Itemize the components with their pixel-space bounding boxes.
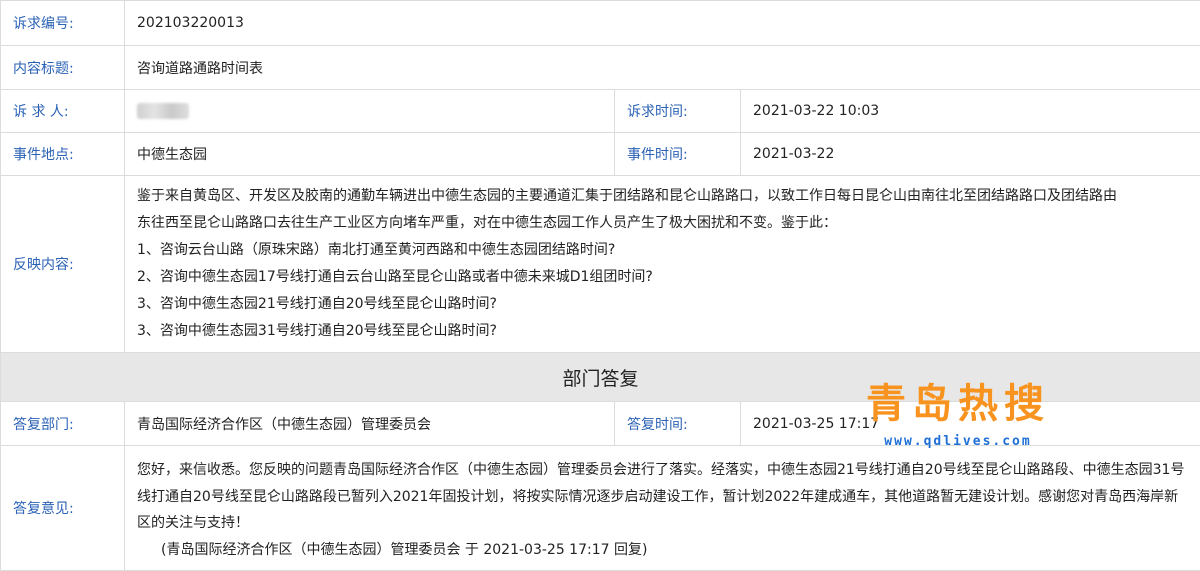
petition-table: 诉求编号: 202103220013 内容标题: 咨询道路通路时间表 诉 求 人… xyxy=(0,0,1200,571)
petitioner-value xyxy=(125,90,615,133)
reply-dept-value: 青岛国际经济合作区（中德生态园）管理委员会 xyxy=(125,402,615,446)
petition-time-label: 诉求时间: xyxy=(615,90,741,133)
petitioner-label: 诉 求 人: xyxy=(1,90,125,133)
content-line: 东往西至昆仑山路路口去往生产工业区方向堵车严重，对在中德生态园工作人员产生了极大… xyxy=(137,210,1188,237)
reply-dept-label: 答复部门: xyxy=(1,402,125,446)
id-value: 202103220013 xyxy=(125,1,1200,46)
reply-opinion-body: 您好，来信收悉。您反映的问题青岛国际经济合作区（中德生态园）管理委员会进行了落实… xyxy=(125,446,1200,571)
title-value: 咨询道路通路时间表 xyxy=(125,46,1200,90)
content-body: 鉴于来自黄岛区、开发区及胶南的通勤车辆进出中德生态园的主要通道汇集于团结路和昆仑… xyxy=(125,176,1200,353)
event-time-label: 事件时间: xyxy=(615,133,741,176)
content-label: 反映内容: xyxy=(1,176,125,353)
location-label: 事件地点: xyxy=(1,133,125,176)
row-reply-dept: 答复部门: 青岛国际经济合作区（中德生态园）管理委员会 答复时间: 2021-0… xyxy=(1,402,1200,446)
content-line: 1、咨询云台山路（原珠宋路）南北打通至黄河西路和中德生态园团结路时间? xyxy=(137,237,1188,264)
reply-opinion-label: 答复意见: xyxy=(1,446,125,571)
content-line: 2、咨询中德生态园17号线打通自云台山路至昆仑山路或者中德未来城D1组团时间? xyxy=(137,264,1188,291)
petition-time-value: 2021-03-22 10:03 xyxy=(741,90,1200,133)
event-time-value: 2021-03-22 xyxy=(741,133,1200,176)
reply-time-label: 答复时间: xyxy=(615,402,741,446)
row-title: 内容标题: 咨询道路通路时间表 xyxy=(1,46,1200,90)
location-value: 中德生态园 xyxy=(125,133,615,176)
content-line: 3、咨询中德生态园21号线打通自20号线至昆仑山路时间? xyxy=(137,291,1188,318)
row-section: 部门答复 xyxy=(1,353,1200,402)
row-content: 反映内容: 鉴于来自黄岛区、开发区及胶南的通勤车辆进出中德生态园的主要通道汇集于… xyxy=(1,176,1200,353)
content-line: 鉴于来自黄岛区、开发区及胶南的通勤车辆进出中德生态园的主要通道汇集于团结路和昆仑… xyxy=(137,183,1188,210)
reply-section-title: 部门答复 xyxy=(1,353,1200,402)
row-location: 事件地点: 中德生态园 事件时间: 2021-03-22 xyxy=(1,133,1200,176)
title-label: 内容标题: xyxy=(1,46,125,90)
blurred-name xyxy=(137,103,189,119)
row-reply-opinion: 答复意见: 您好，来信收悉。您反映的问题青岛国际经济合作区（中德生态园）管理委员… xyxy=(1,446,1200,571)
content-line: 3、咨询中德生态园31号线打通自20号线至昆仑山路时间? xyxy=(137,318,1188,345)
row-petitioner: 诉 求 人: 诉求时间: 2021-03-22 10:03 xyxy=(1,90,1200,133)
id-label: 诉求编号: xyxy=(1,1,125,46)
reply-opinion-text: 您好，来信收悉。您反映的问题青岛国际经济合作区（中德生态园）管理委员会进行了落实… xyxy=(137,457,1188,537)
reply-time-value: 2021-03-25 17:17 xyxy=(741,402,1200,446)
reply-signature: (青岛国际经济合作区（中德生态园）管理委员会 于 2021-03-25 17:1… xyxy=(137,537,1188,564)
row-id: 诉求编号: 202103220013 xyxy=(1,1,1200,46)
